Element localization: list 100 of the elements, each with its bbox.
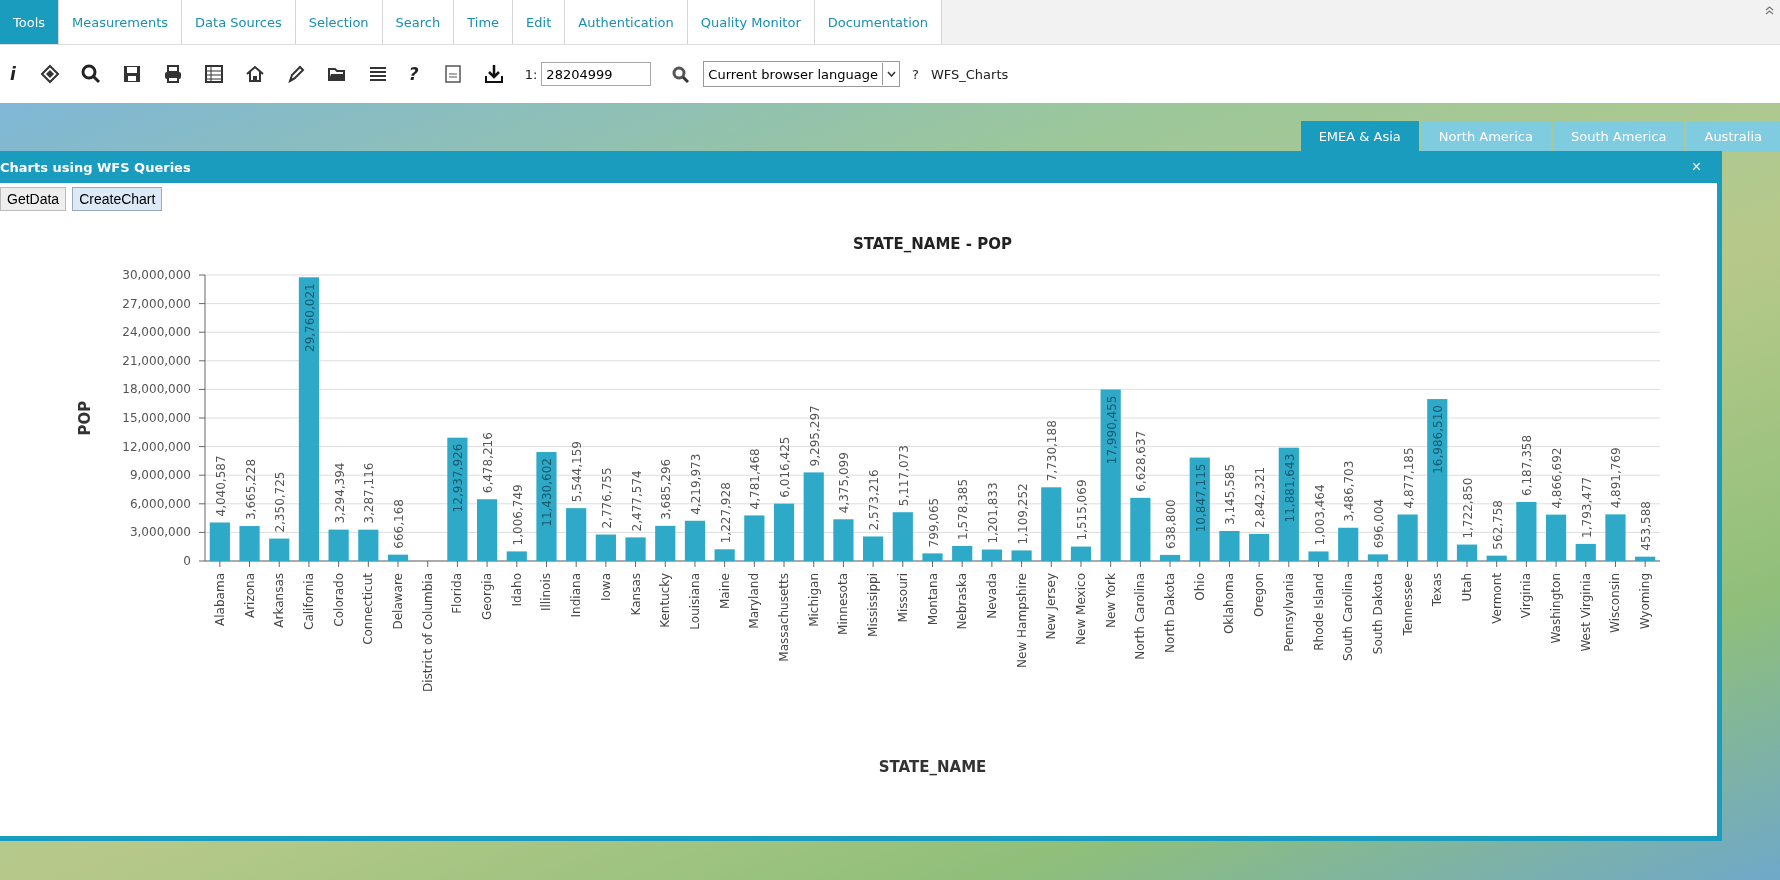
help-link[interactable]: ?	[912, 66, 919, 82]
menu-tab[interactable]: Quality Monitor	[687, 0, 815, 44]
bar	[773, 503, 795, 561]
toolbar-text-button[interactable]: ?	[408, 64, 419, 84]
bar	[595, 534, 616, 561]
menu-tab[interactable]: Time	[454, 0, 514, 44]
region-tab[interactable]: EMEA & Asia	[1300, 121, 1419, 152]
axis-label: Utah	[1460, 573, 1474, 602]
bar	[1338, 527, 1359, 561]
data-label: 6,478,216	[481, 432, 496, 494]
bar	[922, 553, 943, 561]
menu-tab[interactable]: Authentication	[565, 0, 688, 44]
axis-label: Tennessee	[1400, 573, 1415, 636]
axis-label: Oklahoma	[1222, 573, 1237, 635]
collapse-icon[interactable]	[1765, 6, 1774, 15]
axis-label: Virginia	[1519, 573, 1534, 619]
menu-tab[interactable]: Documentation	[814, 0, 942, 44]
axis-label: California	[301, 573, 316, 630]
axis-label: Nebraska	[955, 573, 970, 630]
document-icon[interactable]	[442, 64, 463, 84]
bar	[1635, 556, 1656, 561]
axis-label: North Carolina	[1133, 573, 1148, 660]
data-label: 1,227,928	[718, 482, 733, 544]
axis-label: Rhode Island	[1311, 573, 1326, 651]
data-label: 3,145,585	[1223, 463, 1238, 525]
bar	[714, 549, 735, 561]
bar	[477, 499, 498, 561]
toolbar-button[interactable]: CreateChart	[72, 187, 163, 211]
data-label: 4,891,769	[1609, 447, 1624, 509]
bar	[239, 526, 260, 561]
menu-tab[interactable]: Search	[382, 0, 455, 44]
axis-label: Delaware	[391, 573, 405, 630]
zoom-icon[interactable]	[80, 64, 101, 84]
download-icon[interactable]	[483, 64, 504, 84]
axis-label: Maryland	[747, 573, 762, 629]
bar	[1219, 531, 1240, 561]
bar	[863, 536, 884, 561]
table-icon[interactable]	[203, 64, 224, 84]
axis-label: West Virginia	[1578, 573, 1593, 652]
data-label: 666,168	[392, 499, 406, 549]
layers-icon[interactable]	[39, 64, 60, 84]
chart-title: STATE_NAME - POP	[853, 235, 1012, 253]
axis-label: Wyoming	[1638, 573, 1653, 630]
menu-tab[interactable]: Edit	[513, 0, 566, 44]
bar	[981, 549, 1002, 561]
bar	[269, 538, 290, 561]
axis-label: Minnesota	[836, 573, 851, 635]
home-icon[interactable]	[244, 64, 265, 84]
print-icon[interactable]	[162, 64, 183, 84]
data-label: 6,016,425	[778, 436, 793, 498]
data-label: 10,847,115	[1193, 463, 1208, 533]
data-label: 29,760,021	[302, 283, 317, 352]
menu-tab[interactable]: Tools	[0, 0, 60, 44]
data-label: 3,685,296	[659, 458, 674, 520]
axis-label: Arkansas	[272, 573, 287, 628]
scale-field[interactable]: 28204999	[541, 62, 652, 86]
menu-tab[interactable]: Data Sources	[182, 0, 296, 44]
data-label: 638,800	[1164, 499, 1179, 549]
axis-tick-label: 12,000,000	[122, 439, 191, 454]
menu-tab[interactable]: Measurements	[59, 0, 183, 44]
data-label: 1,006,749	[510, 484, 525, 546]
axis-label: Louisiana	[687, 573, 702, 630]
bar	[655, 525, 676, 561]
scale-label: 1:	[524, 66, 538, 82]
data-label: 4,219,973	[688, 453, 703, 515]
toolbar-button[interactable]: GetData	[0, 187, 67, 211]
data-label: 2,477,574	[629, 470, 644, 532]
data-label: 1,109,252	[1015, 483, 1030, 545]
data-label: 696,004	[1371, 498, 1386, 549]
data-label: 5,117,073	[896, 445, 911, 507]
data-label: 562,758	[1490, 500, 1505, 550]
axis-label: Arizona	[242, 573, 257, 619]
axis-label: New Jersey	[1044, 573, 1059, 640]
data-label: 1,003,464	[1312, 484, 1327, 546]
bar	[1486, 555, 1507, 561]
language-select[interactable]: Current browser language	[703, 61, 900, 87]
data-label: 4,040,587	[213, 455, 228, 517]
bar	[358, 529, 379, 561]
axis-label: South Carolina	[1341, 573, 1356, 662]
data-label: 2,776,755	[599, 467, 614, 529]
data-label: 453,588	[1639, 501, 1654, 551]
toolbar-text-button[interactable]: i	[10, 64, 16, 84]
axis-label: Massachusetts	[777, 573, 792, 662]
pen-icon[interactable]	[285, 64, 306, 84]
close-button[interactable]: ×	[1685, 157, 1707, 177]
axis-tick-label: 18,000,000	[122, 382, 191, 397]
axis-label: Montana	[925, 573, 940, 626]
bar	[209, 522, 230, 561]
bar	[566, 508, 587, 561]
axis-label: Colorado	[331, 573, 346, 627]
bar	[1575, 543, 1596, 561]
data-label: 3,486,703	[1342, 460, 1357, 522]
data-label: 1,515,069	[1074, 479, 1089, 541]
menu-tab[interactable]: Selection	[295, 0, 383, 44]
zoom-to-scale-icon[interactable]	[671, 65, 690, 83]
data-label: 799,065	[926, 497, 941, 548]
caret-icon[interactable]	[886, 71, 896, 77]
axis-label: Illinois	[539, 573, 554, 612]
lines-icon[interactable]	[367, 64, 388, 84]
save-icon[interactable]	[121, 64, 142, 84]
